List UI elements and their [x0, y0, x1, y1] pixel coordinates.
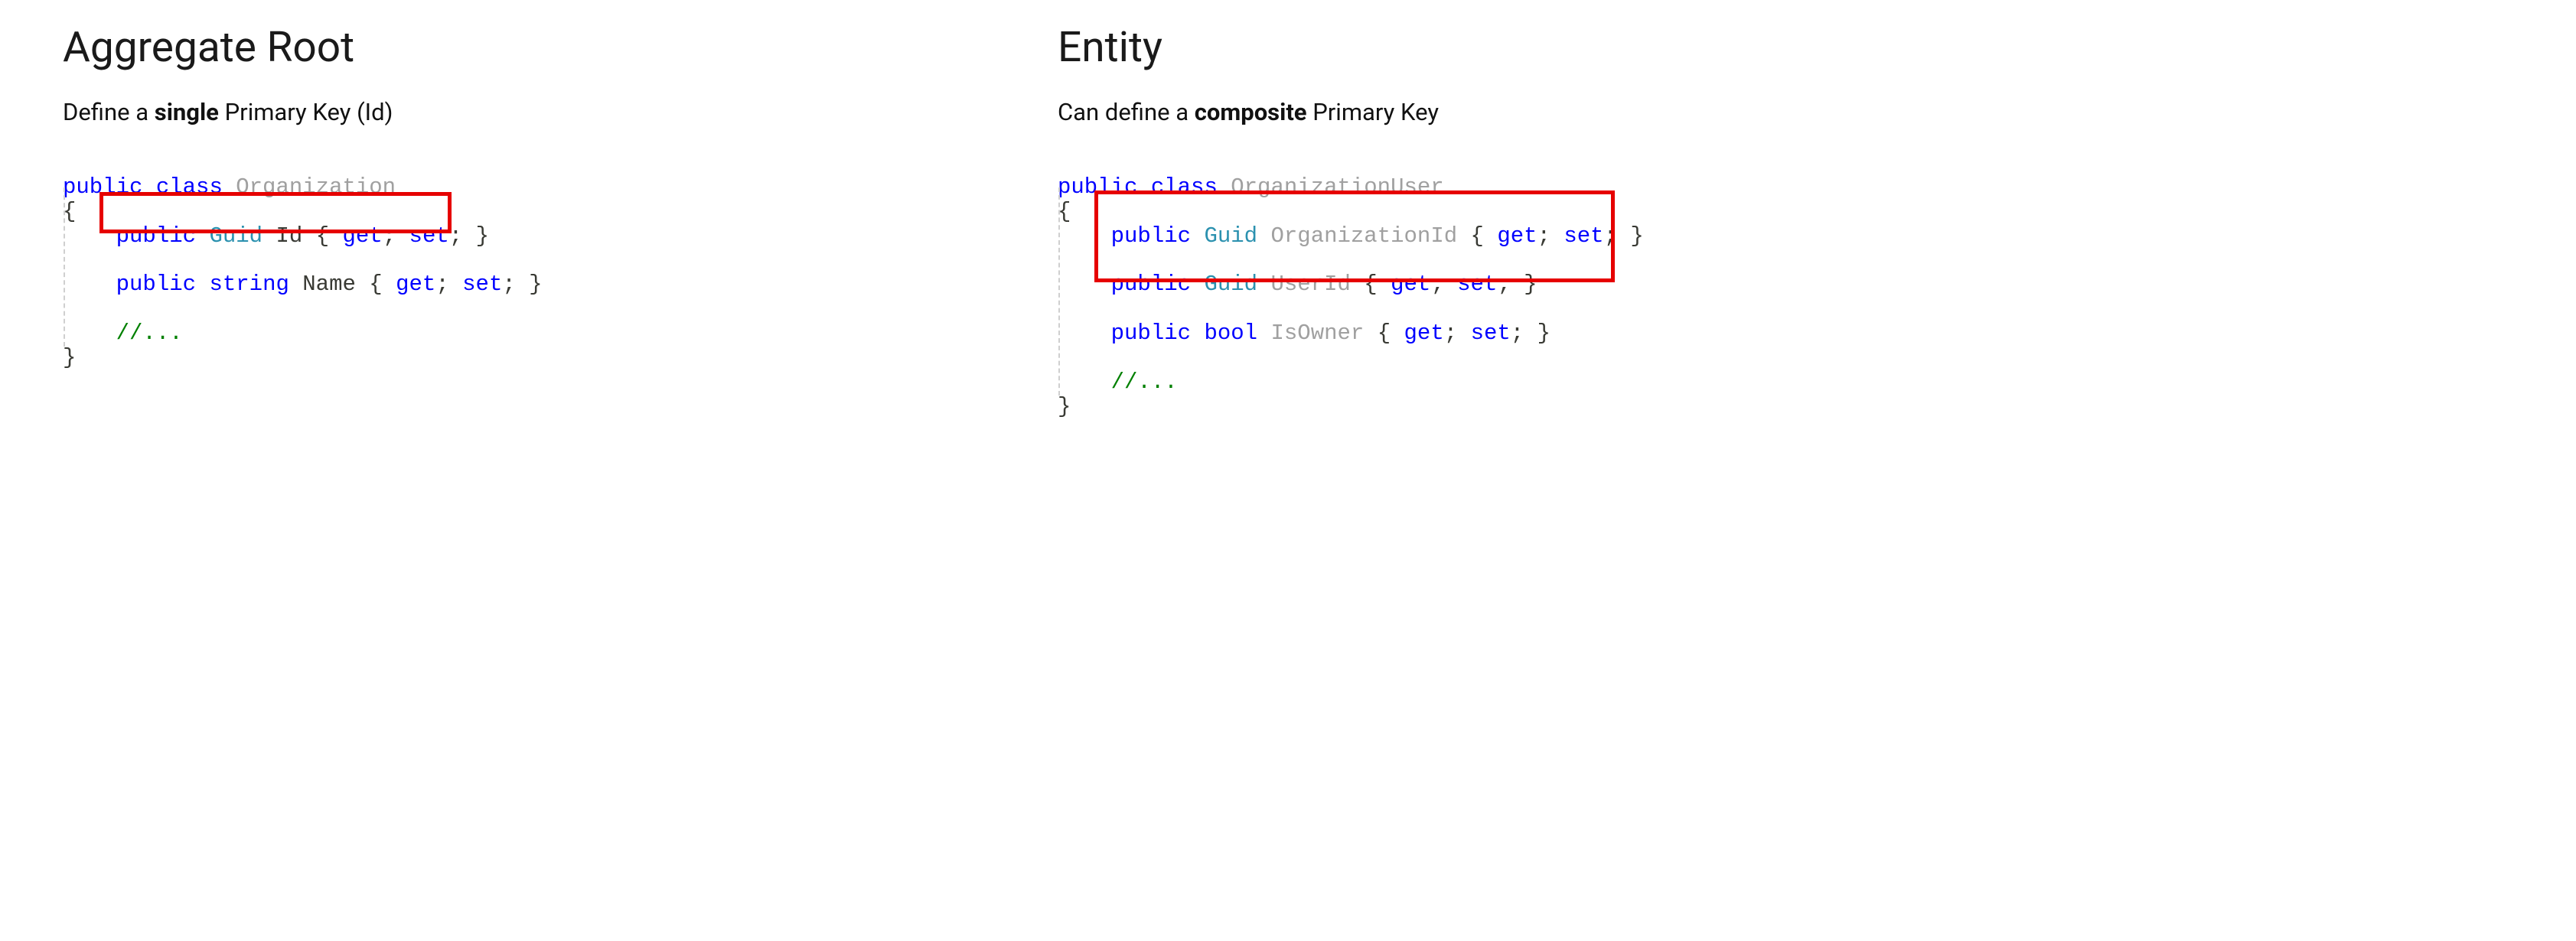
code-token: {: [302, 223, 342, 249]
code-token: Name: [302, 272, 356, 297]
aggregate-root-code: public class Organization { public Guid …: [63, 151, 614, 444]
code-token: public: [116, 223, 196, 249]
code-token: UserId: [1270, 272, 1350, 297]
code-token: get: [1404, 321, 1444, 346]
code-token: public: [1111, 272, 1191, 297]
code-token: OrganizationId: [1270, 223, 1457, 249]
code-token: get: [396, 272, 435, 297]
code-token: }: [63, 345, 76, 370]
entity-column: Entity Can define a composite Primary Ke…: [1058, 23, 1746, 492]
code-token: {: [1364, 321, 1404, 346]
indent-guide: [1058, 187, 1060, 396]
entity-code: public class OrganizationUser { public G…: [1058, 151, 1746, 492]
code-token: Guid: [1204, 272, 1257, 297]
code-token: [63, 223, 116, 249]
code-token: {: [356, 272, 396, 297]
code-token: [1058, 272, 1111, 297]
entity-heading: Entity: [1058, 23, 1746, 72]
code-token: set: [462, 272, 502, 297]
code-token: string: [209, 272, 289, 297]
code-token: [63, 321, 116, 346]
code-token: [1058, 321, 1111, 346]
code-token: {: [1351, 272, 1391, 297]
code-token: Organization: [236, 174, 396, 200]
code-token: get: [1391, 272, 1430, 297]
code-token: ;: [435, 272, 462, 297]
code-token: //...: [116, 321, 183, 346]
code-token: ; }: [1497, 272, 1537, 297]
code-token: ; }: [502, 272, 542, 297]
subhead-bold: single: [155, 98, 219, 126]
code-token: Guid: [209, 223, 262, 249]
code-token: [1058, 370, 1111, 395]
code-token: get: [343, 223, 383, 249]
code-token: ;: [1444, 321, 1471, 346]
entity-subhead: Can define a composite Primary Key: [1058, 98, 1746, 126]
code-token: [63, 272, 116, 297]
code-token: ;: [383, 223, 409, 249]
code-token: set: [1471, 321, 1511, 346]
subhead-post: Primary Key: [1307, 98, 1439, 126]
code-token: public: [1111, 321, 1191, 346]
code-token: [1058, 223, 1111, 249]
code-token: public: [116, 272, 196, 297]
subhead-post: Primary Key (Id): [219, 98, 393, 126]
code-token: IsOwner: [1270, 321, 1364, 346]
subhead-pre: Define a: [63, 98, 155, 126]
subhead-pre: Can define a: [1058, 98, 1195, 126]
code-token: OrganizationUser: [1231, 174, 1443, 200]
code-token: set: [409, 223, 449, 249]
code-token: public: [1058, 174, 1137, 200]
code-token: Guid: [1204, 223, 1257, 249]
code-token: Id: [276, 223, 302, 249]
aggregate-root-subhead: Define a single Primary Key (Id): [63, 98, 614, 126]
indent-guide: [64, 187, 65, 347]
code-token: ; }: [1511, 321, 1550, 346]
code-token: class: [156, 174, 223, 200]
code-token: set: [1564, 223, 1603, 249]
code-token: bool: [1204, 321, 1257, 346]
code-token: {: [1457, 223, 1497, 249]
code-token: public: [1111, 223, 1191, 249]
code-token: }: [1058, 394, 1071, 419]
code-token: ; }: [449, 223, 489, 249]
code-token: get: [1497, 223, 1537, 249]
aggregate-root-column: Aggregate Root Define a single Primary K…: [63, 23, 614, 492]
code-token: class: [1151, 174, 1218, 200]
aggregate-root-heading: Aggregate Root: [63, 23, 614, 72]
code-token: ; }: [1604, 223, 1644, 249]
code-token: ;: [1430, 272, 1457, 297]
code-token: set: [1457, 272, 1497, 297]
code-token: ;: [1537, 223, 1564, 249]
code-token: public: [63, 174, 142, 200]
subhead-bold: composite: [1195, 98, 1307, 126]
code-token: //...: [1111, 370, 1178, 395]
